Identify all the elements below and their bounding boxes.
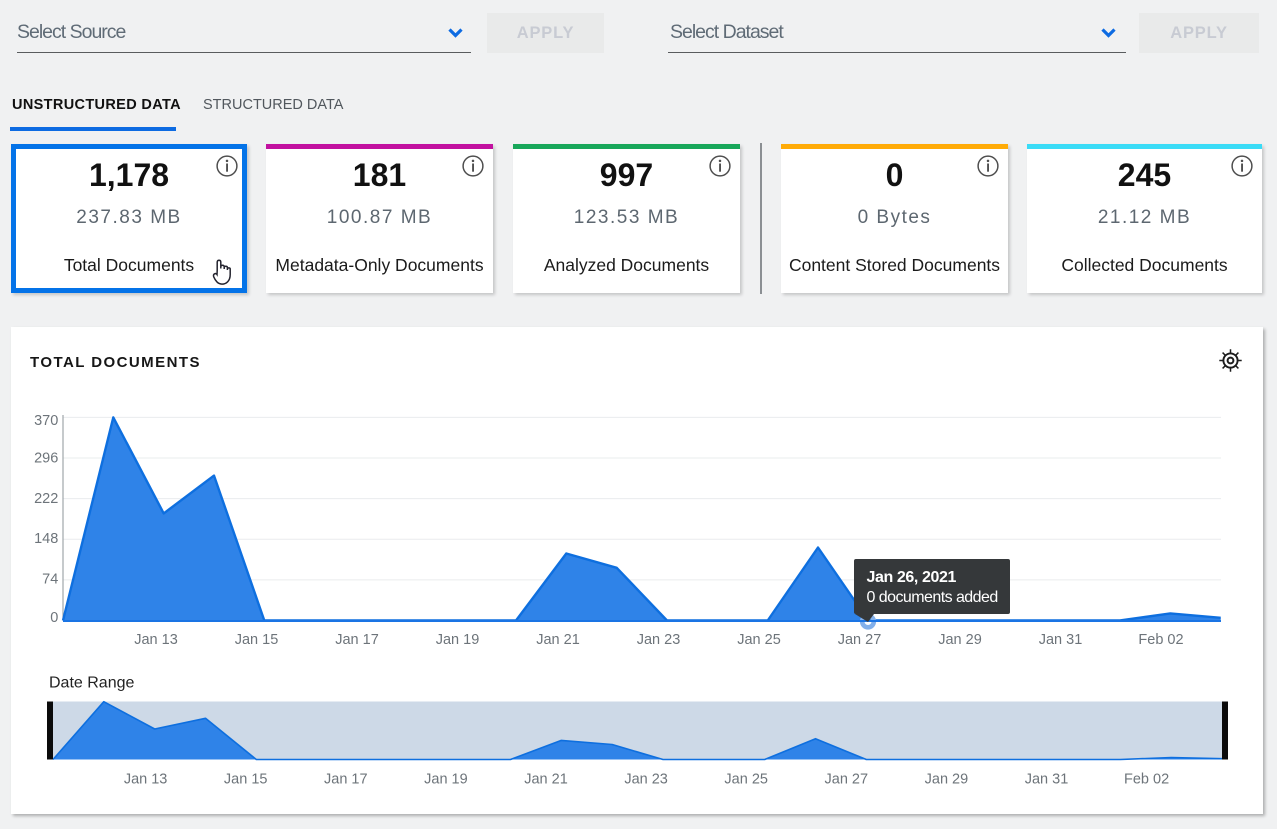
- svg-text:Jan 21: Jan 21: [536, 632, 580, 648]
- svg-text:74: 74: [42, 571, 58, 587]
- svg-text:Jan 23: Jan 23: [624, 772, 668, 788]
- svg-text:Jan 23: Jan 23: [637, 632, 681, 648]
- svg-text:Jan 25: Jan 25: [724, 772, 768, 788]
- svg-text:148: 148: [34, 531, 58, 547]
- svg-text:370: 370: [34, 413, 58, 429]
- svg-text:296: 296: [34, 451, 58, 467]
- svg-text:Jan 31: Jan 31: [1025, 772, 1069, 788]
- svg-text:Jan 15: Jan 15: [224, 772, 268, 788]
- svg-text:Feb 02: Feb 02: [1124, 772, 1169, 788]
- svg-text:Date Range: Date Range: [49, 675, 134, 692]
- svg-text:Jan 13: Jan 13: [134, 632, 178, 648]
- svg-text:Jan 15: Jan 15: [235, 632, 279, 648]
- svg-text:Jan 27: Jan 27: [838, 632, 882, 648]
- svg-text:Jan 27: Jan 27: [825, 772, 869, 788]
- svg-text:Jan 19: Jan 19: [424, 772, 468, 788]
- svg-text:Jan 29: Jan 29: [938, 632, 982, 648]
- svg-text:Feb 02: Feb 02: [1138, 632, 1183, 648]
- svg-text:Jan 21: Jan 21: [524, 772, 568, 788]
- svg-text:Jan 19: Jan 19: [436, 632, 480, 648]
- svg-text:Jan 29: Jan 29: [925, 772, 969, 788]
- svg-text:Jan 25: Jan 25: [737, 632, 781, 648]
- svg-text:0: 0: [50, 610, 58, 626]
- svg-text:222: 222: [34, 491, 58, 507]
- svg-text:Jan 17: Jan 17: [335, 632, 379, 648]
- svg-text:Jan 31: Jan 31: [1039, 632, 1083, 648]
- svg-text:Jan 13: Jan 13: [124, 772, 168, 788]
- svg-text:Jan 17: Jan 17: [324, 772, 368, 788]
